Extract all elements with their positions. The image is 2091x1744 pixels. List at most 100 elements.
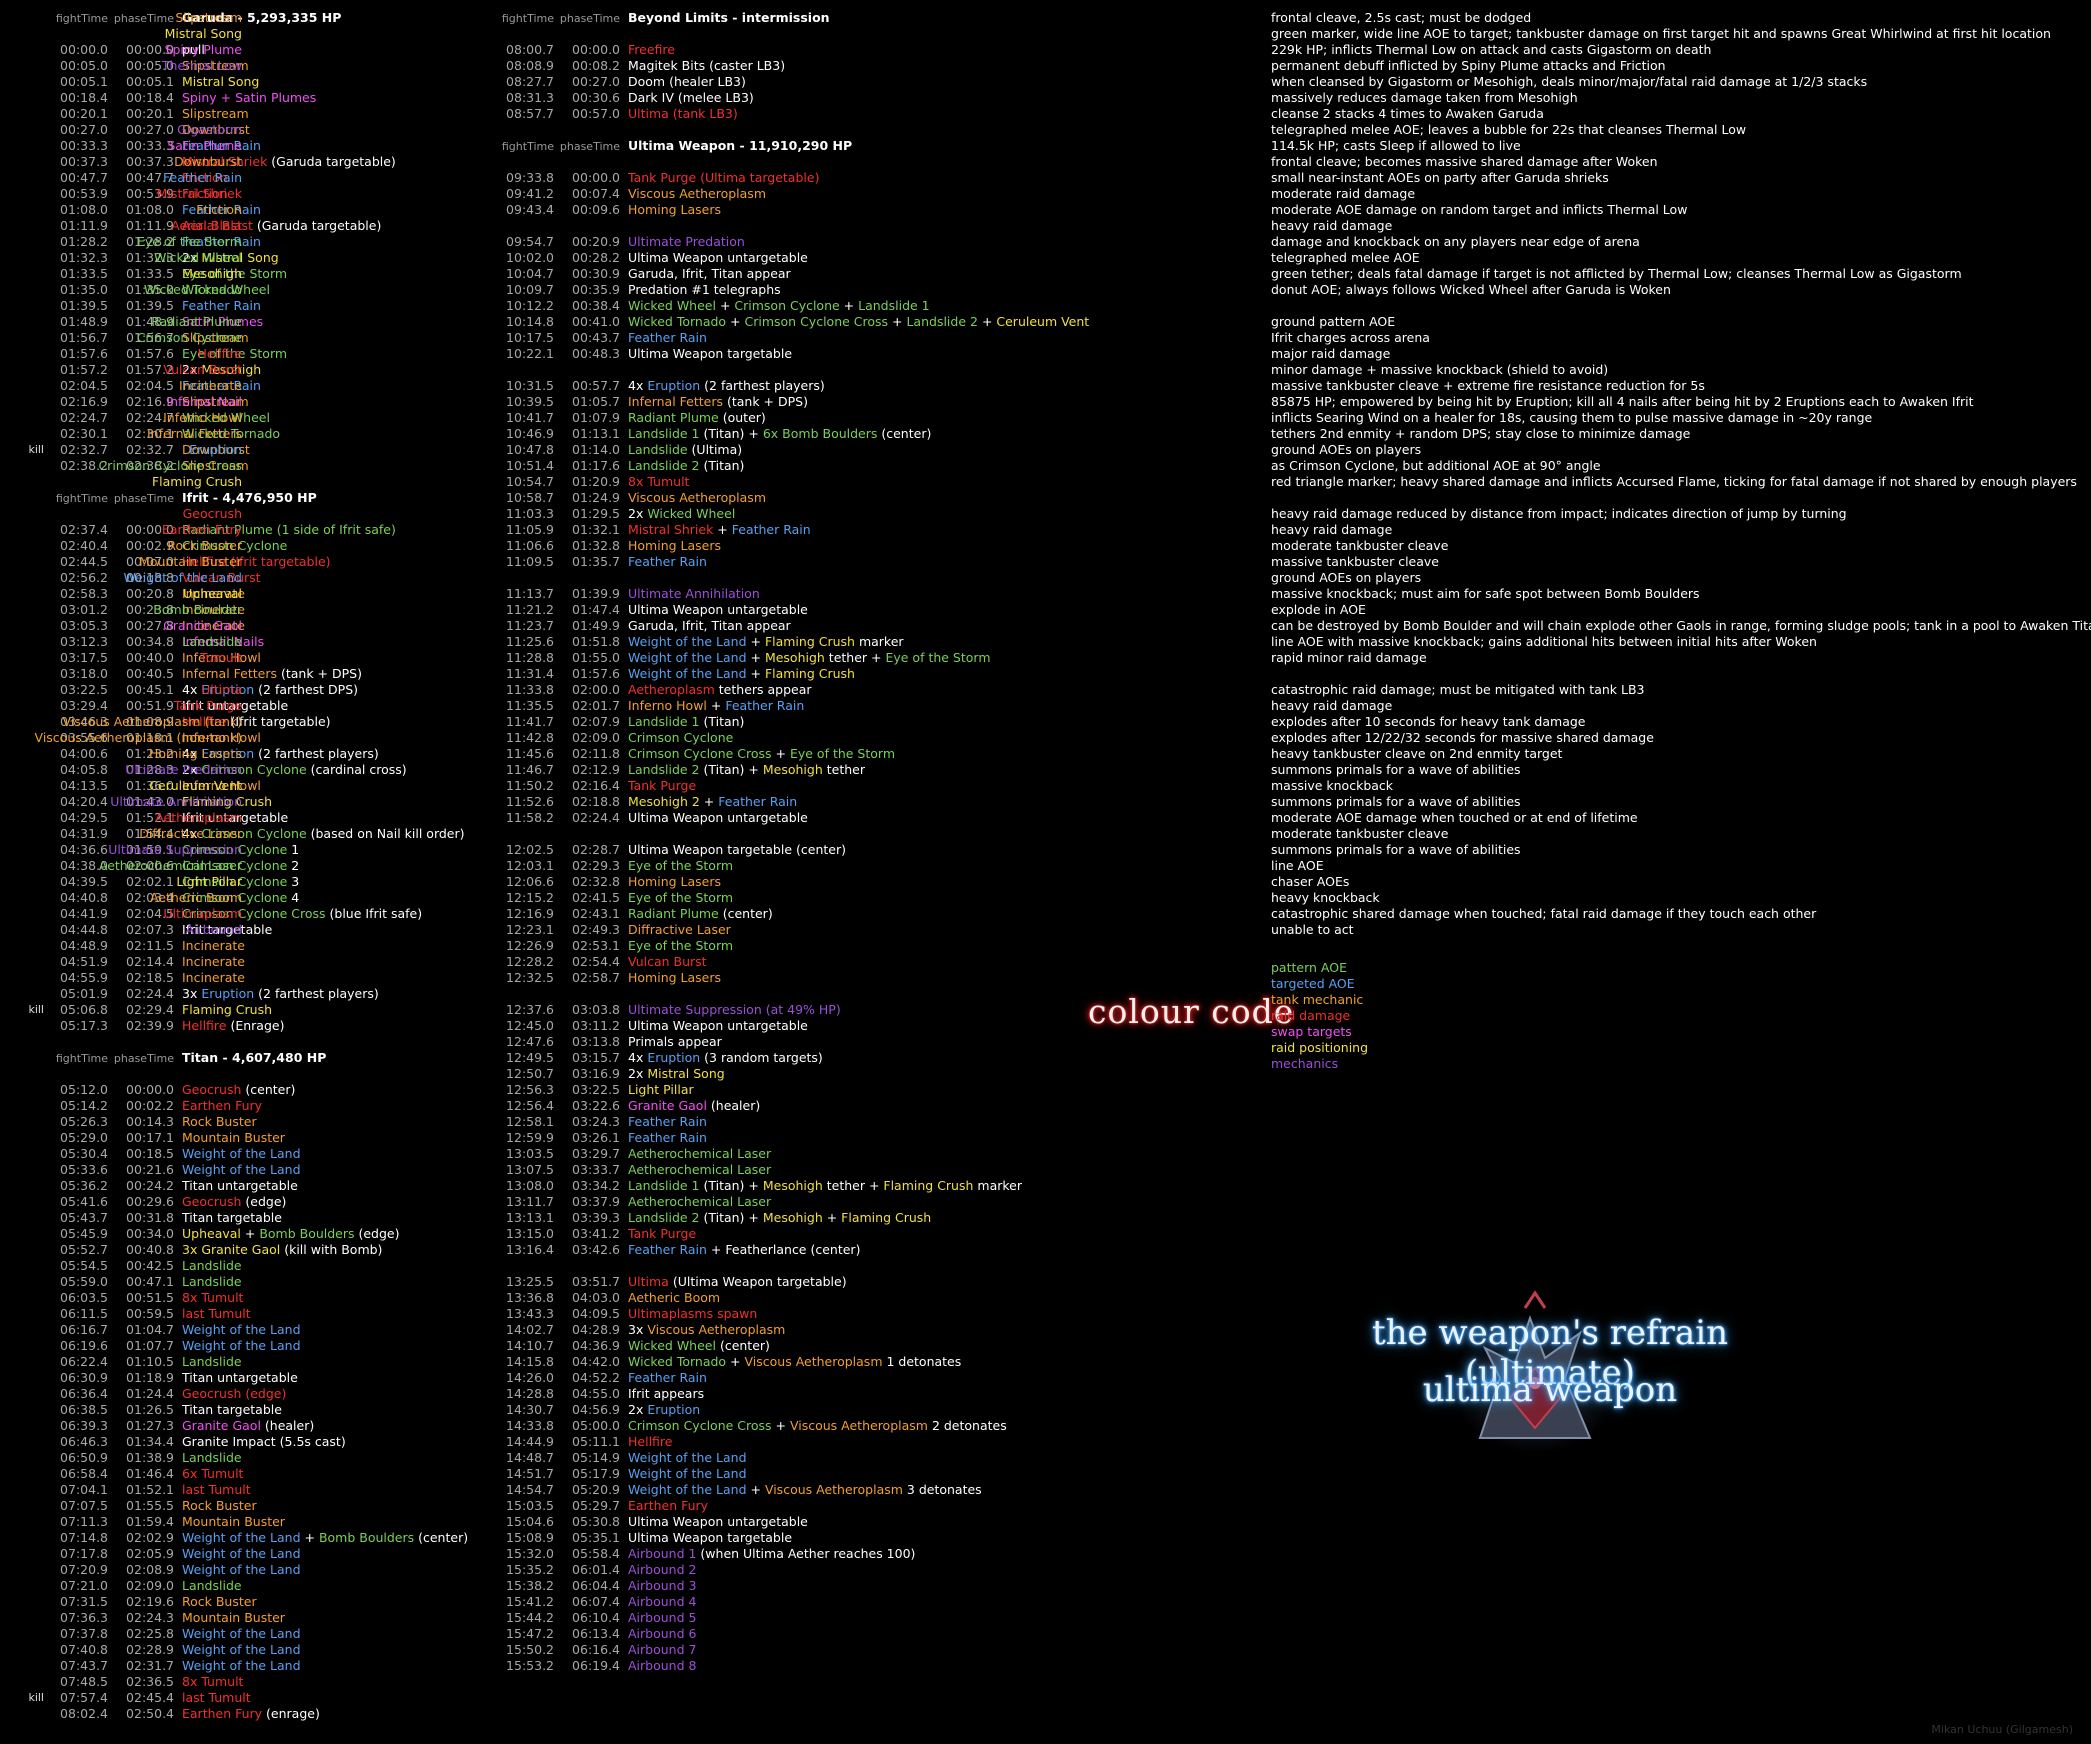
- legend-item: raid damage: [1271, 1008, 1351, 1023]
- phase-time: 05:11.1: [572, 1434, 620, 1449]
- credit-text: Mikan Uchuu (Gilgamesh): [1931, 1723, 2073, 1736]
- fight-time: 08:57.7: [506, 106, 554, 121]
- phase-time: 00:47.1: [126, 1274, 174, 1289]
- fight-time: 10:02.0: [506, 250, 554, 265]
- timeline-row: 12:02.5 02:28.7 Ultima Weapon targetable (…: [494, 842, 1089, 858]
- timeline-row: 11:21.2 01:47.4 Ultima Weapon untargetable: [494, 602, 1089, 618]
- ability: Weight of the Land: [174, 1626, 301, 1642]
- fight-time: 10:47.8: [506, 442, 554, 457]
- ability: 3x Viscous Aetheroplasm: [620, 1322, 785, 1338]
- timeline-row: 15:38.2 06:04.4 Airbound 3: [494, 1578, 1089, 1594]
- ability-segment: +: [726, 1354, 745, 1369]
- fight-time: 13:03.5: [506, 1146, 554, 1161]
- ability: Rock Buster: [174, 1594, 257, 1610]
- timeline-row: 15:32.0 05:58.4 Airbound 1 (when Ultima Ae…: [494, 1546, 1089, 1562]
- phase-time: 01:46.4: [126, 1466, 174, 1481]
- fight-time: 06:46.3: [60, 1434, 108, 1449]
- fight-time: 15:38.2: [506, 1578, 554, 1593]
- fight-time: 05:33.6: [60, 1162, 108, 1177]
- phase-time: 00:41.0: [572, 314, 620, 329]
- ability-segment: Ultima Weapon targetable: [628, 1530, 793, 1545]
- ability: Incinerate: [174, 970, 245, 986]
- timeline-row: 11:03.3 01:29.5 2x Wicked Wheel: [494, 506, 1089, 522]
- timeline-row: 05:30.4 00:18.5 Weight of the Land: [48, 1146, 468, 1162]
- fight-time: 11:28.8: [506, 650, 554, 665]
- fight-time: 12:59.9: [506, 1130, 554, 1145]
- phase-time: 00:57.0: [572, 106, 620, 121]
- ability: last Tumult: [174, 1306, 251, 1322]
- fight-time: 14:02.7: [506, 1322, 554, 1337]
- ability-segment: Viscous Aetheroplasm: [744, 1354, 883, 1369]
- phase-time: 06:13.4: [572, 1626, 620, 1641]
- timeline-row: 12:28.2 02:54.4 Vulcan Burst: [494, 954, 1089, 970]
- legend-item: targeted AOE: [1271, 976, 1355, 991]
- phase-time: 03:24.3: [572, 1114, 620, 1129]
- description-name: Aetheroplasm: [155, 810, 242, 825]
- ability-segment: (tank + DPS): [723, 394, 808, 409]
- ability-segment: Homing Lasers: [628, 538, 722, 553]
- ability: Mesohigh 2 + Feather Rain: [620, 794, 797, 810]
- ability: Rock Buster: [174, 1114, 257, 1130]
- ability-segment: Eye of the Storm: [628, 890, 734, 905]
- timeline-row: 04:48.9 02:11.5 Incinerate: [48, 938, 468, 954]
- ability-segment: Weight of the Land: [182, 1658, 301, 1673]
- ability: Airbound 8: [620, 1658, 696, 1674]
- fight-time: 14:10.7: [506, 1338, 554, 1353]
- ability: Geocrush (center): [174, 1082, 295, 1098]
- phase-time: 05:58.4: [572, 1546, 620, 1561]
- ability-segment: (center): [715, 1338, 770, 1353]
- description-name: Bomb Boulder: [153, 602, 242, 617]
- description-name: Earthen Fury: [161, 522, 242, 537]
- description-text: massive knockback: [1271, 778, 1394, 793]
- ability-segment: +: [715, 298, 735, 313]
- ability: Landslide: [174, 1258, 242, 1274]
- description-text: massive tankbuster cleave: [1271, 554, 1439, 569]
- timeline-row: 15:47.2 06:13.4 Airbound 6: [494, 1626, 1089, 1642]
- ability-segment: Geocrush: [182, 1194, 242, 1209]
- ability-segment: marker: [854, 634, 904, 649]
- phase-time: 02:31.7: [126, 1658, 174, 1673]
- timeline-row: 05:52.7 00:40.8 3x Granite Gaol (kill with…: [48, 1242, 468, 1258]
- fight-time: 12:50.7: [506, 1066, 554, 1081]
- phase-time: 01:38.9: [126, 1450, 174, 1465]
- fight-time: 10:41.7: [506, 410, 554, 425]
- fight-time: 13:43.3: [506, 1306, 554, 1321]
- description-text: moderate tankbuster cleave: [1271, 826, 1449, 841]
- phase-time: 02:24.4: [572, 810, 620, 825]
- ability-segment: Ultima Weapon untargetable: [628, 1018, 808, 1033]
- fight-time: 08:27.7: [506, 74, 554, 89]
- ability-segment: Weight of the Land: [628, 666, 747, 681]
- ability-segment: Landslide: [182, 1578, 242, 1593]
- timeline-row: 13:43.3 04:09.5 Ultimaplasms spawn: [494, 1306, 1089, 1322]
- timeline-row: 15:08.9 05:35.1 Ultima Weapon targetable: [494, 1530, 1089, 1546]
- timeline-row: 06:30.9 01:18.9 Titan untargetable: [48, 1370, 468, 1386]
- fight-time: 11:13.7: [506, 586, 554, 601]
- timeline-row: 08:00.7 00:00.0 Freefire: [494, 42, 1089, 58]
- ability-segment: Ultima Weapon untargetable: [628, 602, 808, 617]
- ability-segment: Mistral Song: [182, 74, 260, 89]
- ability-segment: Ifrit appears: [628, 1386, 705, 1401]
- timeline-row: 14:51.7 05:17.9 Weight of the Land: [494, 1466, 1089, 1482]
- fight-time: 07:48.5: [60, 1674, 108, 1689]
- ability: Magitek Bits (caster LB3): [620, 58, 785, 74]
- timeline-row: 00:20.1 00:20.1 Slipstream: [48, 106, 468, 122]
- description-text: minor damage + massive knockback (shield…: [1271, 362, 1609, 377]
- timeline-row: 03:18.0 00:40.5 Infernal Fetters (tank + D…: [48, 666, 468, 682]
- fight-time: 13:11.7: [506, 1194, 554, 1209]
- ability: Hellfire: [620, 1434, 672, 1450]
- ability-segment: +: [713, 522, 732, 537]
- ability-segment: Weight of the Land: [182, 1562, 301, 1577]
- timeline-row: 11:41.7 02:07.9 Landslide 1 (Titan): [494, 714, 1089, 730]
- fight-time: 06:36.4: [60, 1386, 108, 1401]
- ability: Wicked Tornado + Crimson Cyclone Cross +…: [620, 314, 1089, 330]
- ability: Ultima Weapon untargetable: [620, 1018, 808, 1034]
- phase-time: 01:39.5: [126, 298, 174, 313]
- timeline-row: 05:29.0 00:17.1 Mountain Buster: [48, 1130, 468, 1146]
- description-text: summons primals for a wave of abilities: [1271, 842, 1521, 857]
- description-name: Ultimate Annihilation: [110, 794, 242, 809]
- ability-segment: Primals appear: [628, 1034, 722, 1049]
- description-text: moderate raid damage: [1271, 186, 1416, 201]
- ability: Weight of the Land: [620, 1450, 747, 1466]
- ability-segment: Airbound 7: [628, 1642, 697, 1657]
